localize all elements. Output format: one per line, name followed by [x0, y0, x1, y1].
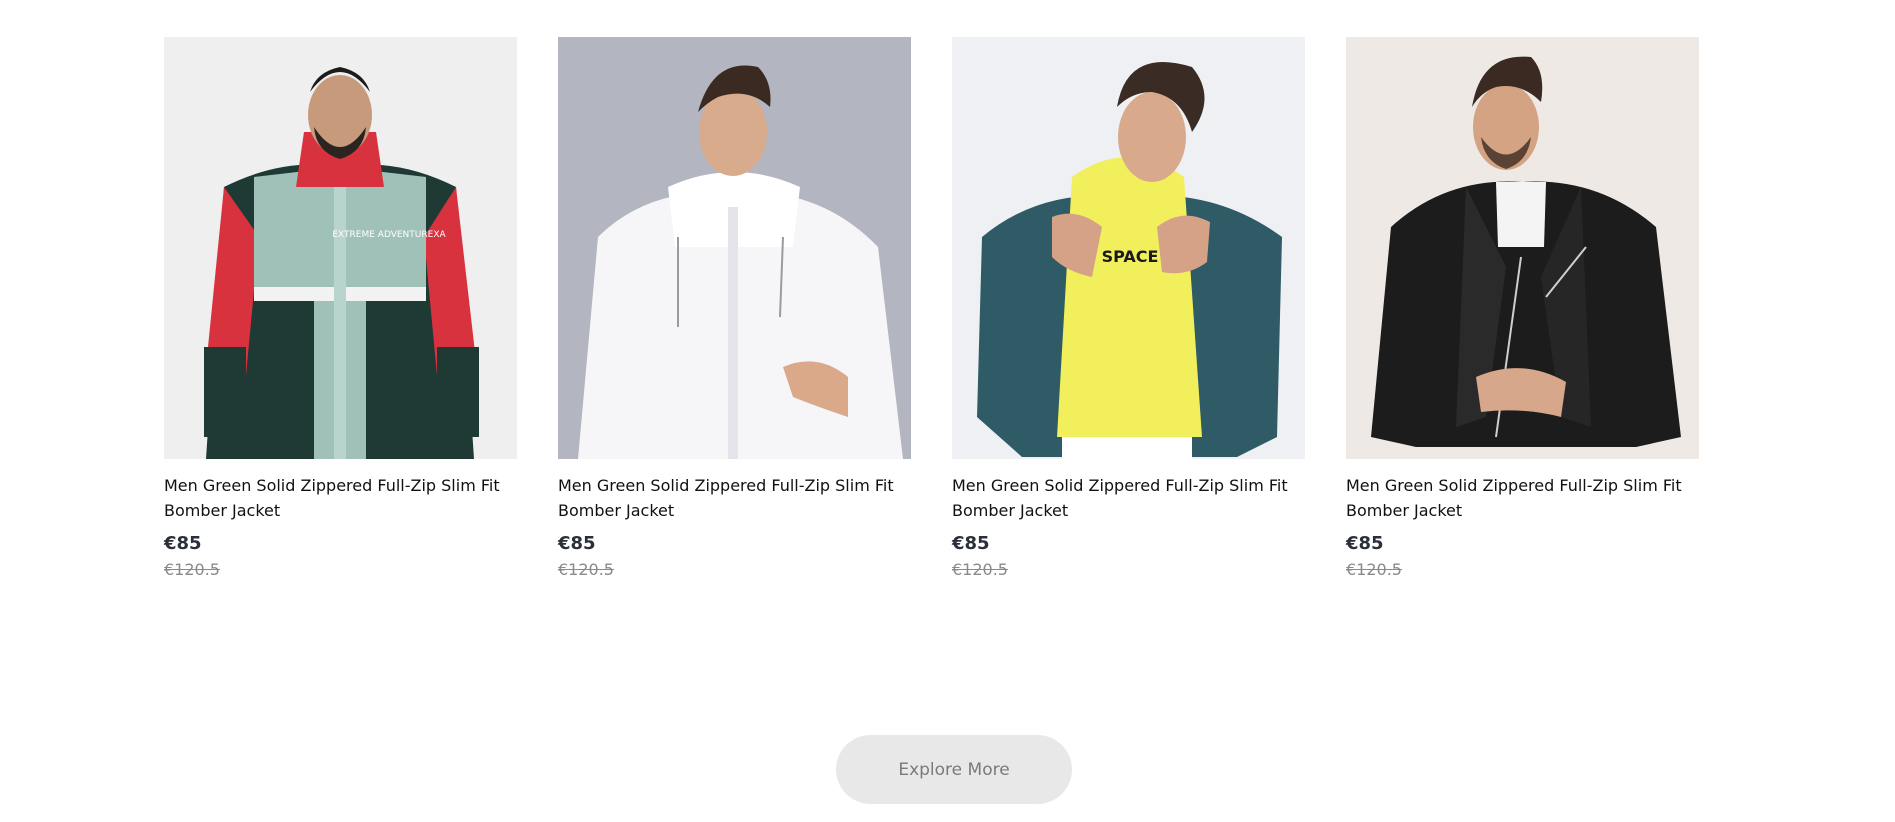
- product-image[interactable]: [558, 37, 911, 459]
- product-price: €85: [164, 533, 202, 554]
- product-card[interactable]: Men Green Solid Zippered Full-Zip Slim F…: [558, 37, 911, 580]
- product-grid: EXTREME ADVENTUREXA Men Green Solid Zipp…: [164, 37, 1699, 580]
- product-original-price: €120.5: [164, 560, 220, 579]
- product-price: €85: [558, 533, 596, 554]
- product-original-price: €120.5: [558, 560, 614, 579]
- product-image[interactable]: [1346, 37, 1699, 459]
- product-original-price: €120.5: [1346, 560, 1402, 579]
- product-image[interactable]: EXTREME ADVENTUREXA: [164, 37, 517, 459]
- jacket-print-text: EXTREME ADVENTUREXA: [332, 230, 446, 240]
- product-original-price: €120.5: [952, 560, 1008, 579]
- product-price: €85: [1346, 533, 1384, 554]
- product-card[interactable]: SPACE Men Green Solid Zippered Full-Zip …: [952, 37, 1305, 580]
- product-card[interactable]: Men Green Solid Zippered Full-Zip Slim F…: [1346, 37, 1699, 580]
- product-title[interactable]: Men Green Solid Zippered Full-Zip Slim F…: [558, 473, 911, 523]
- product-title[interactable]: Men Green Solid Zippered Full-Zip Slim F…: [952, 473, 1305, 523]
- product-title[interactable]: Men Green Solid Zippered Full-Zip Slim F…: [1346, 473, 1699, 523]
- explore-more-button[interactable]: Explore More: [836, 735, 1072, 804]
- product-image[interactable]: SPACE: [952, 37, 1305, 459]
- product-price: €85: [952, 533, 990, 554]
- product-card[interactable]: EXTREME ADVENTUREXA Men Green Solid Zipp…: [164, 37, 517, 580]
- hoodie-print-text: SPACE: [1102, 247, 1159, 266]
- product-title[interactable]: Men Green Solid Zippered Full-Zip Slim F…: [164, 473, 517, 523]
